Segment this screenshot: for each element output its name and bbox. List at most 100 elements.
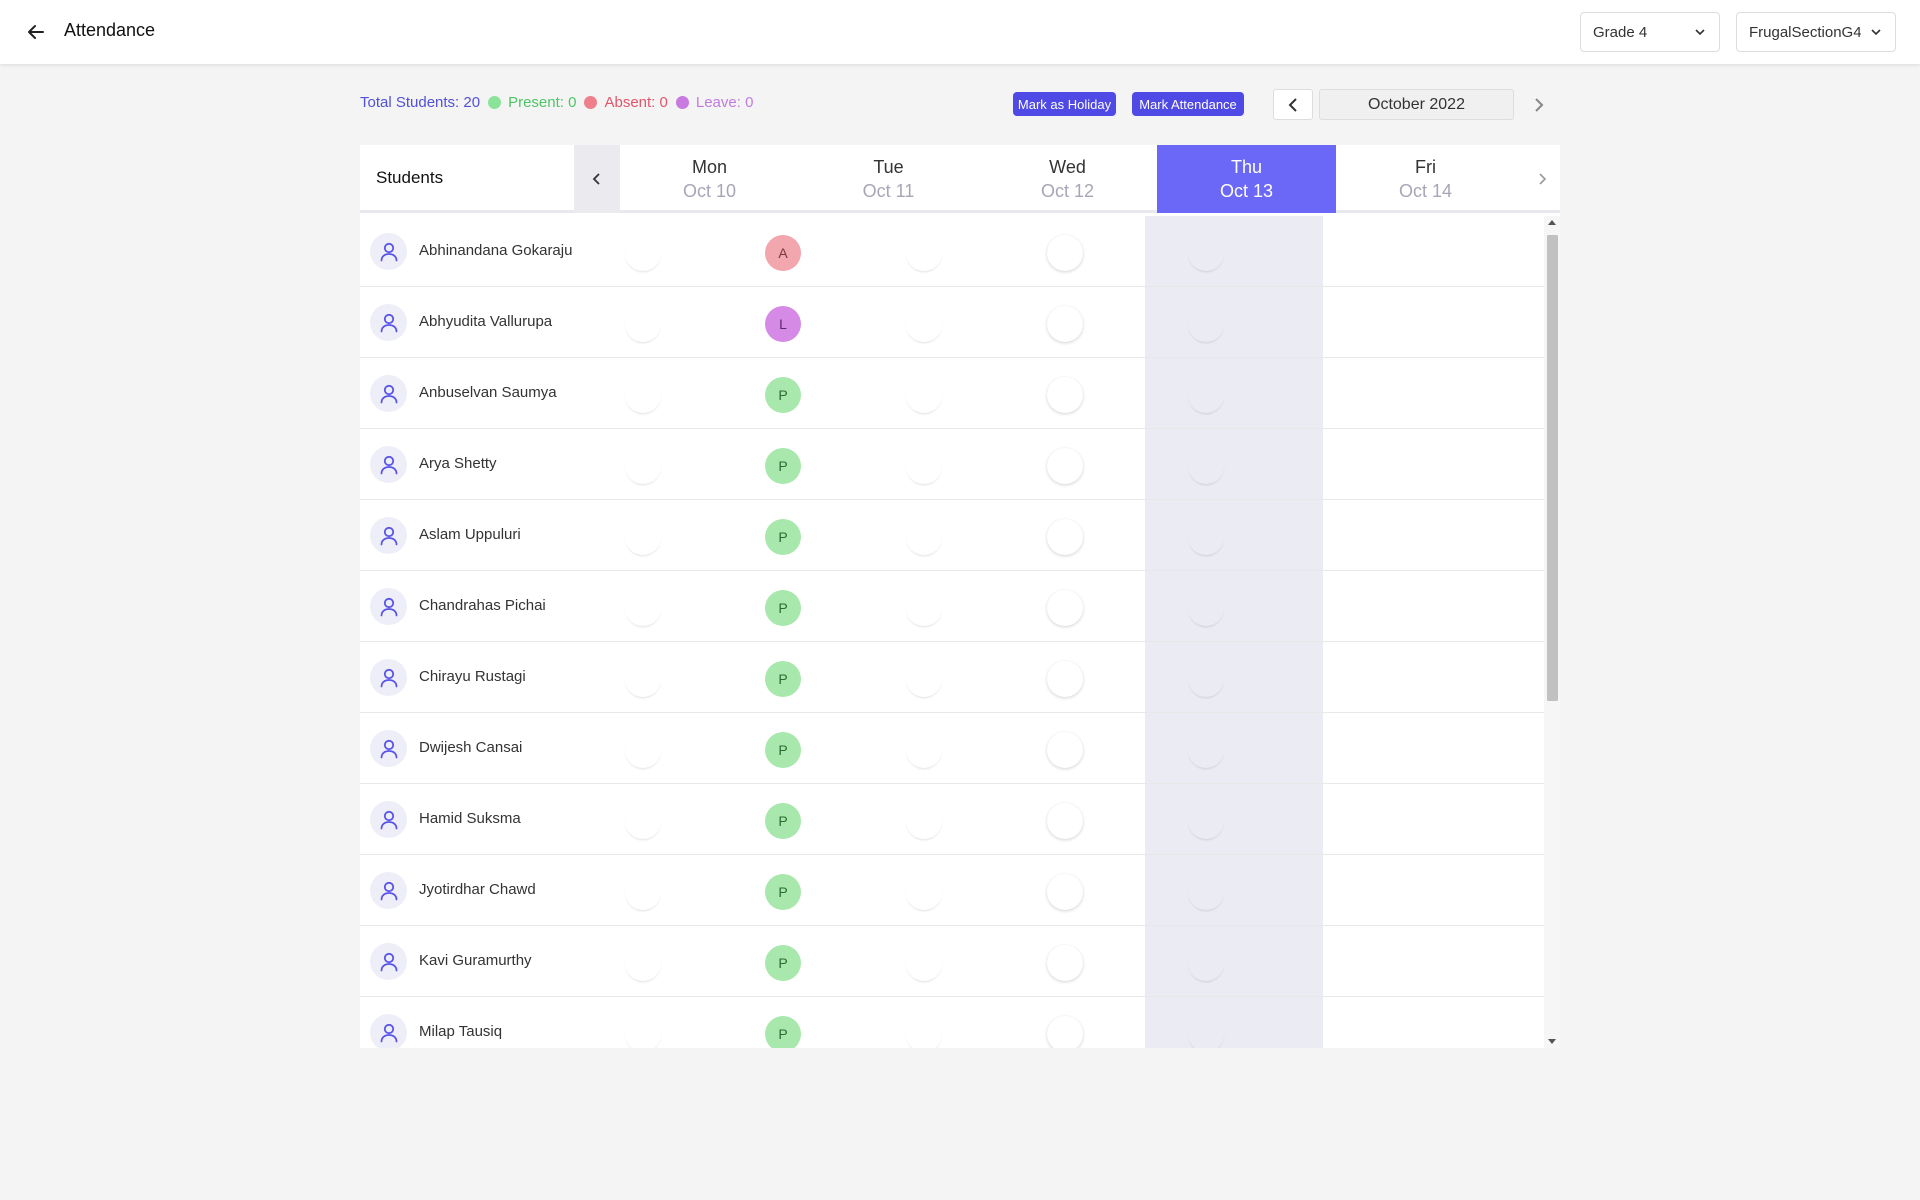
attendance-cell[interactable] (625, 448, 661, 484)
attendance-cell[interactable] (1188, 661, 1224, 697)
attendance-cell[interactable] (625, 377, 661, 413)
attendance-cell[interactable] (906, 590, 942, 626)
attendance-cell[interactable] (906, 377, 942, 413)
attendance-cell[interactable] (1188, 945, 1224, 981)
attendance-cell[interactable] (1047, 448, 1083, 484)
attendance-cell[interactable]: P (765, 590, 801, 626)
previous-month-button[interactable] (1273, 89, 1313, 120)
attendance-cell[interactable] (1047, 1016, 1083, 1048)
mark-attendance-button[interactable]: Mark Attendance (1132, 92, 1244, 116)
attendance-cell[interactable] (1188, 448, 1224, 484)
day-date: Oct 11 (862, 181, 915, 201)
scrollbar-thumb[interactable] (1547, 235, 1558, 701)
vertical-scrollbar[interactable] (1544, 216, 1560, 1048)
student-name: Kavi Guramurthy (419, 952, 532, 969)
attendance-cell[interactable] (906, 661, 942, 697)
grade-select[interactable]: Grade 4 (1580, 12, 1720, 52)
attendance-cell[interactable] (1188, 377, 1224, 413)
next-week-button[interactable] (1524, 145, 1560, 213)
attendance-cell[interactable]: P (765, 448, 801, 484)
attendance-cell[interactable] (906, 874, 942, 910)
user-avatar-icon (370, 233, 407, 270)
attendance-cell[interactable] (906, 1016, 942, 1048)
attendance-cell[interactable] (906, 732, 942, 768)
table-header: Students Mon Oct 10 Tue Oct 11 Wed Oct 12 Thu O… (360, 145, 1560, 213)
attendance-cell[interactable] (625, 1016, 661, 1048)
attendance-cell[interactable] (1047, 661, 1083, 697)
absent-dot-icon (584, 96, 598, 109)
day-date: Oct 13 (1219, 181, 1274, 201)
day-header-wed[interactable]: Wed Oct 12 (978, 145, 1157, 213)
attendance-cell[interactable] (906, 448, 942, 484)
attendance-cell[interactable] (1047, 519, 1083, 555)
attendance-cell[interactable] (1047, 874, 1083, 910)
attendance-cell[interactable] (906, 945, 942, 981)
attendance-cell[interactable] (1047, 803, 1083, 839)
attendance-cell[interactable] (906, 235, 942, 271)
attendance-cell[interactable]: P (765, 519, 801, 555)
student-name: Chirayu Rustagi (419, 668, 526, 685)
attendance-cell[interactable] (1188, 874, 1224, 910)
table-row: Abhinandana Gokaraju A (360, 216, 1544, 287)
attendance-cell[interactable]: A (765, 235, 801, 271)
attendance-cell[interactable] (1047, 732, 1083, 768)
attendance-cell[interactable]: L (765, 306, 801, 342)
attendance-cell[interactable] (906, 306, 942, 342)
attendance-cell[interactable] (1188, 803, 1224, 839)
attendance-cell[interactable] (625, 306, 661, 342)
user-avatar-icon (370, 1014, 407, 1048)
attendance-cell[interactable]: P (765, 874, 801, 910)
student-name: Abhinandana Gokaraju (419, 242, 573, 259)
day-date: Oct 14 (1398, 181, 1453, 201)
table-row: Jyotirdhar Chawd P (360, 855, 1544, 926)
attendance-cell[interactable] (1188, 1016, 1224, 1048)
attendance-cell[interactable] (1188, 590, 1224, 626)
attendance-cell[interactable]: P (765, 803, 801, 839)
previous-week-button[interactable] (574, 145, 620, 213)
attendance-cell[interactable]: P (765, 732, 801, 768)
student-name: Hamid Suksma (419, 810, 521, 827)
attendance-cell[interactable] (625, 803, 661, 839)
day-header-mon[interactable]: Mon Oct 10 (620, 145, 799, 213)
attendance-cell[interactable] (1188, 306, 1224, 342)
leave-stat: Leave: 0 (675, 94, 753, 111)
mark-holiday-button[interactable]: Mark as Holiday (1013, 92, 1116, 116)
month-label: October 2022 (1319, 89, 1514, 120)
scroll-down-arrow-icon[interactable] (1548, 1039, 1556, 1044)
attendance-cell[interactable]: P (765, 1016, 801, 1048)
day-header-fri[interactable]: Fri Oct 14 (1336, 145, 1515, 213)
attendance-cell[interactable] (1047, 945, 1083, 981)
attendance-cell[interactable] (625, 874, 661, 910)
attendance-cell[interactable] (1047, 306, 1083, 342)
attendance-cell[interactable] (625, 732, 661, 768)
attendance-cell[interactable]: P (765, 377, 801, 413)
attendance-cell[interactable] (625, 590, 661, 626)
user-avatar-icon (370, 446, 407, 483)
section-select[interactable]: FrugalSectionG4 (1736, 12, 1896, 52)
attendance-cell[interactable] (1188, 732, 1224, 768)
section-select-value: FrugalSectionG4 (1749, 23, 1861, 41)
scroll-up-arrow-icon[interactable] (1548, 220, 1556, 225)
attendance-cell[interactable] (625, 945, 661, 981)
attendance-cell[interactable] (625, 661, 661, 697)
attendance-summary: Total Students: 20 Present: 0 Absent: 0 … (360, 94, 761, 111)
attendance-cell[interactable]: P (765, 945, 801, 981)
next-month-button[interactable] (1519, 89, 1559, 120)
attendance-cell[interactable] (1188, 235, 1224, 271)
chevron-down-icon (1693, 25, 1707, 39)
attendance-cell[interactable] (906, 519, 942, 555)
day-header-thu[interactable]: Thu Oct 13 (1157, 145, 1336, 213)
attendance-table: Students Mon Oct 10 Tue Oct 11 Wed Oct 12 Thu O… (360, 145, 1560, 1048)
attendance-cell[interactable] (1047, 590, 1083, 626)
attendance-cell[interactable] (1188, 519, 1224, 555)
attendance-cell[interactable] (1047, 377, 1083, 413)
back-arrow-icon[interactable] (22, 18, 50, 46)
attendance-cell[interactable] (625, 519, 661, 555)
attendance-cell[interactable] (906, 803, 942, 839)
attendance-cell[interactable]: P (765, 661, 801, 697)
top-bar: Attendance Grade 4 FrugalSectionG4 (0, 0, 1920, 64)
user-avatar-icon (370, 730, 407, 767)
attendance-cell[interactable] (625, 235, 661, 271)
attendance-cell[interactable] (1047, 235, 1083, 271)
day-header-tue[interactable]: Tue Oct 11 (799, 145, 978, 213)
